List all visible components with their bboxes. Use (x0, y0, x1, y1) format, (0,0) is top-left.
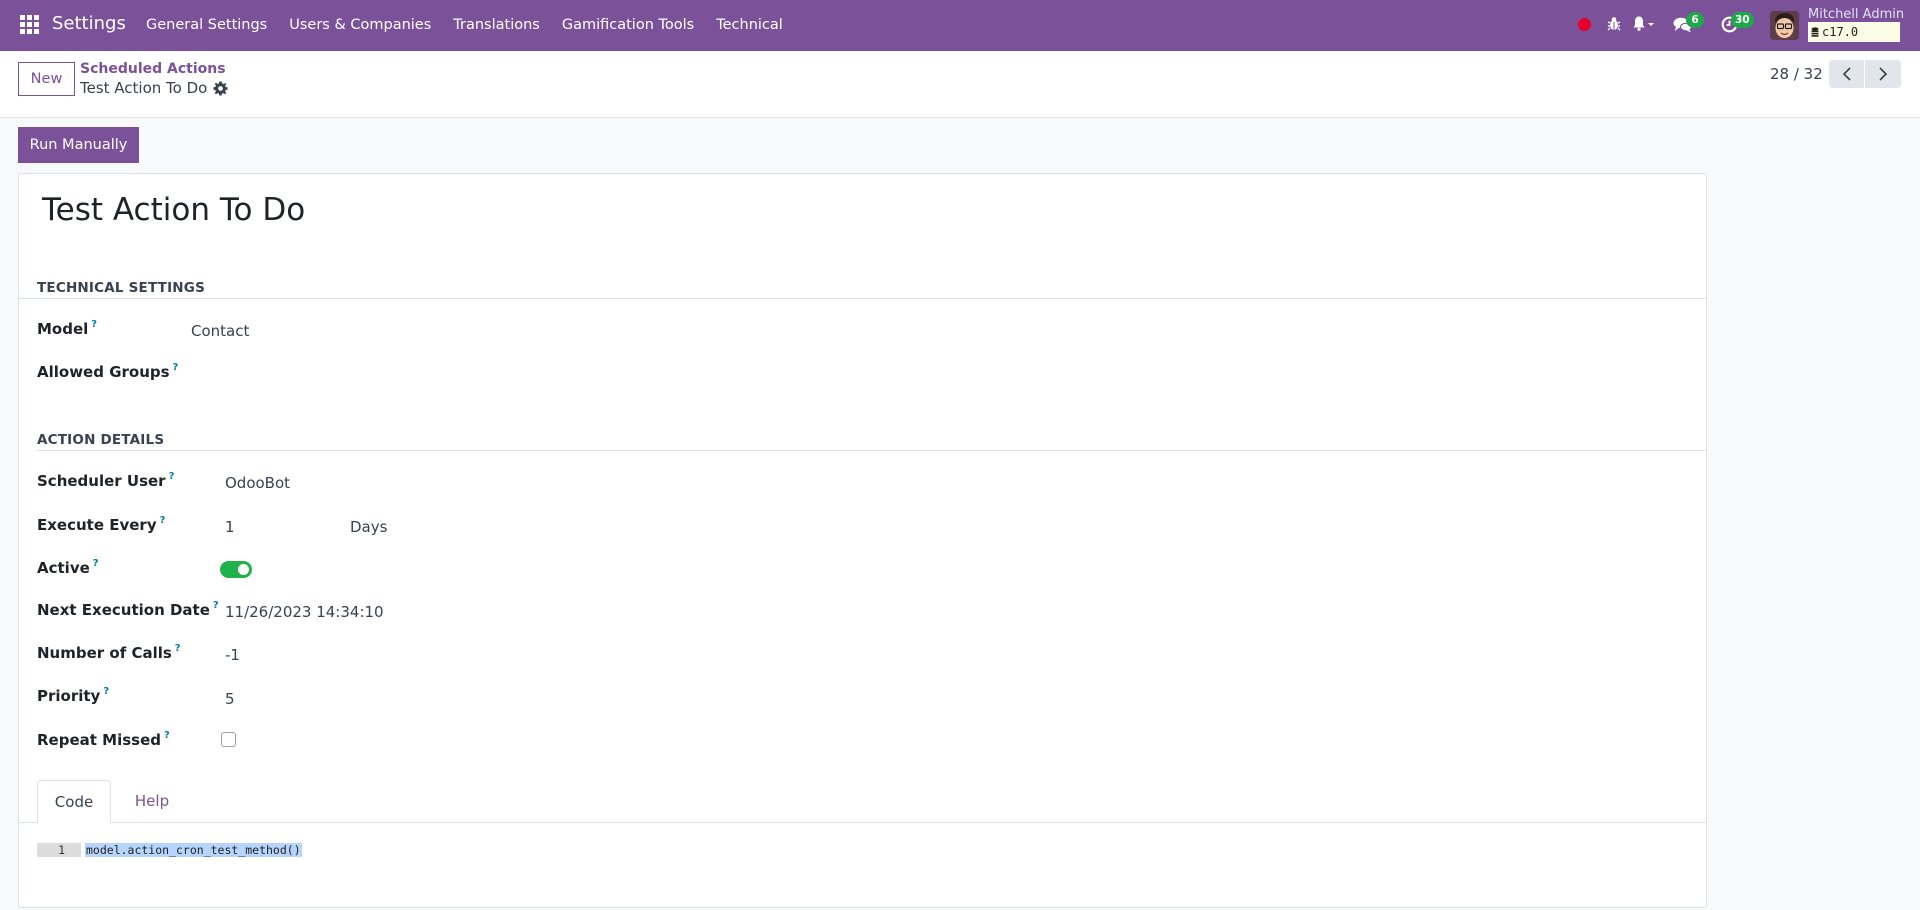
pager-buttons (1829, 60, 1901, 88)
tab-help[interactable]: Help (127, 780, 177, 823)
scheduler-user-field[interactable]: OdooBot (225, 474, 290, 492)
recording-indicator-icon[interactable] (1578, 18, 1591, 31)
repeat-missed-label: Repeat Missed? (37, 730, 170, 749)
tab-code[interactable]: Code (37, 780, 111, 824)
menu-technical[interactable]: Technical (716, 17, 783, 33)
control-panel: New Scheduled Actions Test Action To Do … (0, 51, 1920, 118)
bug-icon[interactable] (1607, 16, 1621, 31)
next-execution-date-label: Next Execution Date? (37, 600, 219, 619)
allowed-groups-label: Allowed Groups? (37, 362, 179, 381)
database-indicator: c17.0 (1808, 22, 1900, 42)
chevron-left-icon (1842, 67, 1851, 81)
database-icon (1811, 27, 1819, 37)
top-navbar: Settings General Settings Users & Compan… (0, 0, 1920, 51)
menu-general-settings[interactable]: General Settings (146, 17, 267, 33)
code-line-number: 1 (37, 843, 81, 857)
new-button[interactable]: New (18, 62, 75, 96)
messages-count-badge: 6 (1686, 12, 1704, 28)
scheduler-user-label: Scheduler User? (37, 471, 175, 490)
interval-type-select[interactable]: Days (350, 518, 387, 536)
section-action-details: ACTION DETAILS (37, 432, 165, 448)
pager-next-button[interactable] (1865, 60, 1901, 88)
help-tooltip-icon[interactable]: ? (169, 471, 175, 482)
record-name-field[interactable]: Test Action To Do (42, 192, 305, 228)
gear-icon[interactable] (213, 81, 228, 96)
model-value: Contact (191, 322, 250, 340)
repeat-missed-checkbox[interactable] (221, 732, 236, 747)
number-of-calls-label: Number of Calls? (37, 643, 181, 662)
database-name: c17.0 (1822, 25, 1859, 39)
model-label: Model? (37, 319, 98, 338)
activities-count-badge: 30 (1731, 12, 1754, 28)
active-label: Active? (37, 558, 99, 577)
help-tooltip-icon[interactable]: ? (91, 319, 97, 330)
code-line[interactable]: model.action_cron_test_method() (85, 843, 302, 857)
execute-every-label: Execute Every? (37, 515, 166, 534)
user-name[interactable]: Mitchell Admin (1808, 7, 1904, 22)
apps-menu-icon[interactable] (20, 15, 39, 34)
interval-number-field[interactable]: 1 (225, 518, 235, 536)
pager-value[interactable]: 28 / 32 (1770, 65, 1823, 83)
breadcrumb-current-record: Test Action To Do (80, 79, 208, 97)
active-toggle[interactable] (220, 561, 252, 578)
priority-field[interactable]: 5 (225, 690, 235, 708)
menu-translations[interactable]: Translations (453, 17, 540, 33)
section-divider (19, 298, 1706, 299)
help-tooltip-icon[interactable]: ? (93, 558, 99, 569)
help-tooltip-icon[interactable]: ? (213, 600, 219, 611)
app-brand[interactable]: Settings (52, 13, 126, 34)
menu-gamification-tools[interactable]: Gamification Tools (562, 17, 694, 33)
user-avatar[interactable] (1770, 11, 1799, 40)
pager-previous-button[interactable] (1829, 60, 1865, 88)
help-tooltip-icon[interactable]: ? (103, 686, 109, 697)
menu-users-companies[interactable]: Users & Companies (289, 17, 431, 33)
breadcrumb-scheduled-actions[interactable]: Scheduled Actions (80, 61, 226, 77)
help-tooltip-icon[interactable]: ? (160, 515, 166, 526)
code-editor[interactable]: 1 model.action_cron_test_method() (37, 843, 302, 857)
help-tooltip-icon[interactable]: ? (175, 643, 181, 654)
chevron-right-icon (1879, 67, 1888, 81)
help-tooltip-icon[interactable]: ? (173, 362, 179, 373)
next-execution-date-field[interactable]: 11/26/2023 14:34:10 (225, 603, 384, 621)
number-of-calls-field[interactable]: -1 (225, 646, 240, 664)
section-divider (37, 450, 1706, 451)
form-sheet: Test Action To Do TECHNICAL SETTINGS Mod… (18, 173, 1707, 908)
main-menu: General Settings Users & Companies Trans… (146, 17, 805, 33)
notebook-tabs: Code Help (19, 780, 1706, 824)
help-tooltip-icon[interactable]: ? (164, 730, 170, 741)
run-manually-button[interactable]: Run Manually (18, 127, 139, 163)
priority-label: Priority? (37, 686, 110, 705)
notification-bell-icon[interactable] (1632, 15, 1656, 32)
allowed-groups-field[interactable] (191, 362, 491, 384)
section-technical-settings: TECHNICAL SETTINGS (37, 280, 206, 296)
